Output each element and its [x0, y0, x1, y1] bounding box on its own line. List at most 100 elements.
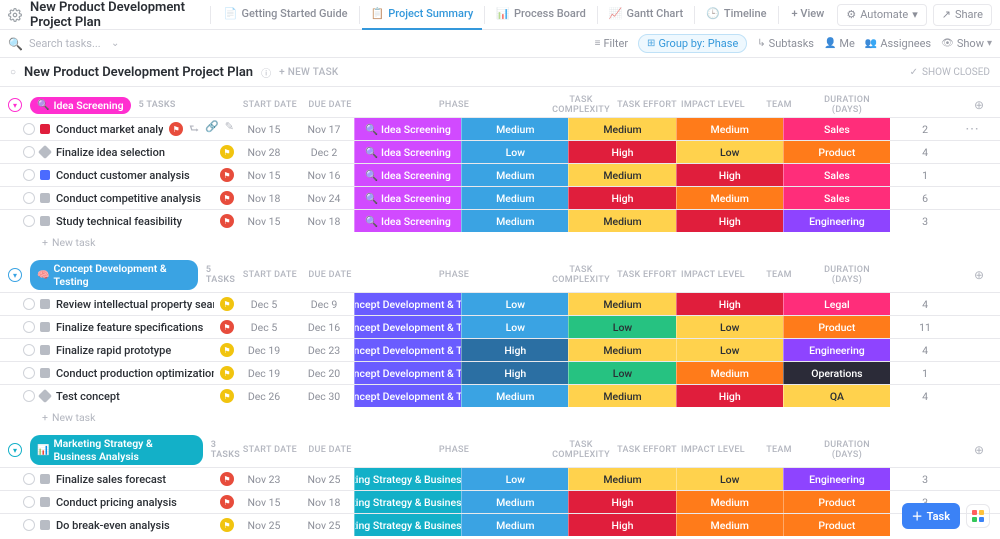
new-task-row[interactable]: New task [0, 407, 1000, 427]
start-date[interactable]: Nov 15 [234, 210, 294, 232]
complexity-chip[interactable]: Low [461, 468, 568, 490]
task-row[interactable]: ⋮⋮ Test concept ⚑ Dec 26 Dec 30 🧠 Concep… [0, 384, 1000, 407]
team-chip[interactable]: Engineering [783, 210, 890, 232]
effort-chip[interactable]: Medium [568, 118, 675, 140]
filter-button[interactable]: ≡ Filter [595, 37, 628, 50]
task-row[interactable]: ⋮⋮ Conduct market analysis ⚑ ⮑ 🔗 ✎ Nov 1… [0, 117, 1000, 140]
effort-chip[interactable]: High [568, 187, 675, 209]
effort-chip[interactable]: Medium [568, 293, 675, 315]
impact-chip[interactable]: Low [676, 141, 783, 163]
group-collapse-button[interactable]: ▾ [8, 98, 22, 112]
phase-chip[interactable]: 🔍 Idea Screening [354, 164, 461, 186]
effort-chip[interactable]: High [568, 514, 675, 536]
drag-handle-icon[interactable]: ⋮⋮ [0, 491, 22, 513]
team-chip[interactable]: Product [783, 316, 890, 338]
team-chip[interactable]: Legal [783, 293, 890, 315]
impact-chip[interactable]: Medium [676, 362, 783, 384]
row-more-button[interactable]: ⋯ [960, 118, 984, 140]
task-row[interactable]: ⋮⋮ Review intellectual property search ⚑… [0, 292, 1000, 315]
complexity-chip[interactable]: High [461, 362, 568, 384]
view-tab[interactable]: 📋Project Summary [362, 0, 483, 30]
new-task-header-button[interactable]: + NEW TASK [279, 67, 338, 78]
start-date[interactable]: Dec 19 [234, 362, 294, 384]
select-checkbox[interactable] [22, 491, 36, 513]
phase-chip[interactable]: 🧠 Concept Development & Testing [354, 316, 461, 338]
fab-task-button[interactable]: ＋ Task [902, 503, 960, 529]
team-chip[interactable]: Sales [783, 118, 890, 140]
phase-chip[interactable]: 🧠 Concept Development & Testing [354, 293, 461, 315]
priority-flag-icon[interactable]: ⚑ [220, 343, 234, 357]
team-chip[interactable]: Sales [783, 164, 890, 186]
due-date[interactable]: Nov 25 [294, 468, 354, 490]
start-date[interactable]: Nov 15 [234, 118, 294, 140]
select-checkbox[interactable] [22, 339, 36, 361]
drag-handle-icon[interactable]: ⋮⋮ [0, 187, 22, 209]
group-collapse-button[interactable]: ▾ [8, 268, 22, 282]
drag-handle-icon[interactable]: ⋮⋮ [0, 385, 22, 407]
view-tab[interactable]: 🕒Timeline [697, 0, 775, 30]
add-column-button[interactable]: ⊕ [974, 98, 984, 112]
info-icon[interactable]: ⓘ [261, 65, 271, 80]
effort-chip[interactable]: Medium [568, 385, 675, 407]
complexity-chip[interactable]: Medium [461, 187, 568, 209]
priority-flag-icon[interactable]: ⚑ [220, 320, 234, 334]
priority-flag-icon[interactable]: ⚑ [220, 191, 234, 205]
effort-chip[interactable]: Medium [568, 339, 675, 361]
team-chip[interactable]: Product [783, 491, 890, 513]
due-date[interactable]: Dec 23 [294, 339, 354, 361]
start-date[interactable]: Dec 26 [234, 385, 294, 407]
due-date[interactable]: Nov 24 [294, 187, 354, 209]
team-chip[interactable]: Engineering [783, 339, 890, 361]
drag-handle-icon[interactable]: ⋮⋮ [0, 514, 22, 536]
select-checkbox[interactable] [22, 316, 36, 338]
effort-chip[interactable]: High [568, 141, 675, 163]
phase-chip[interactable]: 🔍 Idea Screening [354, 210, 461, 232]
phase-chip[interactable]: 🔍 Idea Screening [354, 141, 461, 163]
start-date[interactable]: Nov 15 [234, 164, 294, 186]
priority-flag-icon[interactable]: ⚑ [220, 389, 234, 403]
select-checkbox[interactable] [22, 293, 36, 315]
priority-flag-icon[interactable]: ⚑ [220, 495, 234, 509]
task-row[interactable]: ⋮⋮ Conduct customer analysis ⚑ Nov 15 No… [0, 163, 1000, 186]
show-closed-button[interactable]: ✓ SHOW CLOSED [910, 67, 990, 78]
impact-chip[interactable]: High [676, 164, 783, 186]
complexity-chip[interactable]: Medium [461, 514, 568, 536]
effort-chip[interactable]: Medium [568, 210, 675, 232]
complexity-chip[interactable]: High [461, 339, 568, 361]
search-input[interactable] [27, 36, 107, 51]
drag-handle-icon[interactable]: ⋮⋮ [0, 118, 22, 140]
complexity-chip[interactable]: Medium [461, 210, 568, 232]
select-checkbox[interactable] [22, 468, 36, 490]
add-subtask-icon[interactable]: ⮑ [189, 120, 199, 139]
effort-chip[interactable]: Medium [568, 164, 675, 186]
start-date[interactable]: Nov 28 [234, 141, 294, 163]
select-checkbox[interactable] [22, 362, 36, 384]
edit-icon[interactable]: ✎ [225, 120, 234, 139]
subtasks-button[interactable]: ↳ Subtasks [757, 37, 814, 50]
effort-chip[interactable]: Low [568, 316, 675, 338]
show-button[interactable]: 👁 Show ▾ [941, 37, 992, 50]
group-badge[interactable]: 🔍 Idea Screening [30, 97, 131, 114]
priority-flag-icon[interactable]: ⚑ [220, 472, 234, 486]
select-checkbox[interactable] [22, 385, 36, 407]
group-badge[interactable]: 🧠 Concept Development & Testing [30, 260, 198, 290]
complexity-chip[interactable]: Medium [461, 118, 568, 140]
drag-handle-icon[interactable]: ⋮⋮ [0, 468, 22, 490]
impact-chip[interactable]: Medium [676, 187, 783, 209]
select-checkbox[interactable] [22, 141, 36, 163]
me-button[interactable]: 👤 Me [824, 37, 855, 50]
priority-flag-icon[interactable]: ⚑ [220, 297, 234, 311]
team-chip[interactable]: Sales [783, 187, 890, 209]
start-date[interactable]: Nov 18 [234, 187, 294, 209]
new-task-row[interactable]: New task [0, 232, 1000, 252]
group-badge[interactable]: 📊 Marketing Strategy & Business Analysis [30, 435, 203, 465]
select-checkbox[interactable] [22, 164, 36, 186]
effort-chip[interactable]: Medium [568, 468, 675, 490]
search-dropdown-chevron[interactable]: ⌄ [111, 38, 119, 49]
priority-flag-icon[interactable]: ⚑ [220, 168, 234, 182]
due-date[interactable]: Nov 18 [294, 210, 354, 232]
add-view-button[interactable]: + View [783, 0, 834, 30]
drag-handle-icon[interactable]: ⋮⋮ [0, 362, 22, 384]
share-button[interactable]: ↗ Share [933, 4, 992, 26]
effort-chip[interactable]: Low [568, 362, 675, 384]
